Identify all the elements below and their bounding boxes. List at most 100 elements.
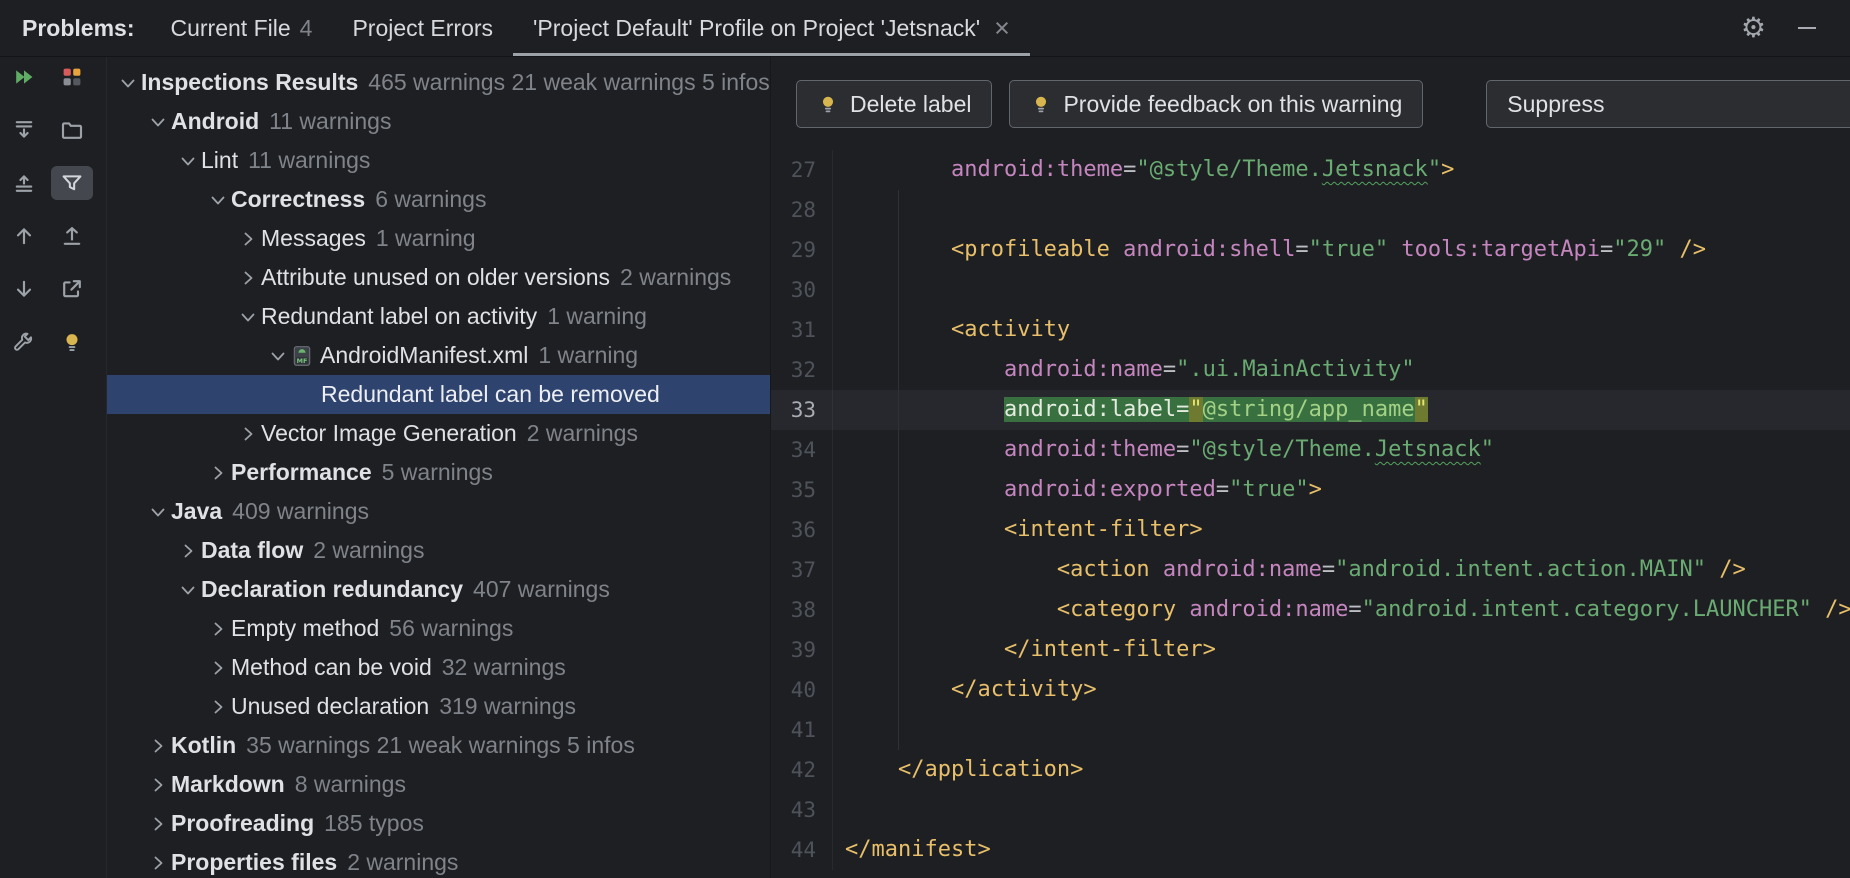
code-line: 44 </manifest> <box>771 830 1850 870</box>
tree-row[interactable]: Kotlin 35 warnings 21 weak warnings 5 in… <box>107 726 770 765</box>
tree-row[interactable]: Empty method 56 warnings <box>107 609 770 648</box>
code-line: 31 <activity <box>771 310 1850 350</box>
button-label: Provide feedback on this warning <box>1063 91 1402 118</box>
severity-filter-icon[interactable] <box>51 60 93 94</box>
close-icon[interactable]: × <box>994 15 1010 42</box>
tree-count: 11 warnings <box>269 108 391 135</box>
collapse-all-icon[interactable] <box>3 166 45 200</box>
tree-row[interactable]: MF AndroidManifest.xml 1 warning <box>107 336 770 375</box>
tree-row[interactable]: Vector Image Generation 2 warnings <box>107 414 770 453</box>
rerun-inspection-icon[interactable] <box>3 60 45 94</box>
tree-count: 1 warning <box>538 342 638 369</box>
code-token: <activity <box>951 317 1070 342</box>
line-number: 34 <box>771 430 833 470</box>
code-token <box>1110 237 1123 262</box>
tree-row[interactable]: Performance 5 warnings <box>107 453 770 492</box>
settings-wrench-icon[interactable] <box>3 325 45 359</box>
tree-row[interactable]: Declaration redundancy 407 warnings <box>107 570 770 609</box>
group-by-icon[interactable] <box>51 113 93 147</box>
tree-row[interactable]: Attribute unused on older versions 2 war… <box>107 258 770 297</box>
problems-tab[interactable]: 'Project Default' Profile on Project 'Je… <box>513 0 1030 56</box>
chevron-icon[interactable] <box>115 73 141 93</box>
tree-label: Kotlin <box>171 732 236 759</box>
tree-row[interactable]: Properties files 2 warnings <box>107 843 770 878</box>
code-text: android:exported="true"> <box>833 470 1850 510</box>
export-icon[interactable] <box>51 272 93 306</box>
code-token: <intent-filter> <box>1004 517 1203 542</box>
problems-tabs: Current File 4 Project Errors 'Project D… <box>150 0 1029 56</box>
tree-label: Method can be void <box>231 654 432 681</box>
code-token: </application> <box>898 757 1083 782</box>
tree-row[interactable]: Correctness 6 warnings <box>107 180 770 219</box>
problems-tab[interactable]: Project Errors <box>332 0 513 56</box>
tree-row[interactable]: Method can be void 32 warnings <box>107 648 770 687</box>
chevron-icon[interactable] <box>265 346 291 366</box>
code-text: android:theme="@style/Theme.Jetsnack"> <box>833 150 1850 190</box>
arrow-up-box-icon[interactable] <box>51 219 93 253</box>
code-token: = <box>1216 477 1229 502</box>
expand-all-icon[interactable] <box>3 113 45 147</box>
code-token: android:name <box>1004 357 1163 382</box>
gear-icon[interactable]: ⚙ <box>1741 14 1766 42</box>
tree-row[interactable]: Java 409 warnings <box>107 492 770 531</box>
quickfix-actions: Delete label Provide feedback on this wa… <box>796 80 1850 128</box>
chevron-icon[interactable] <box>235 424 261 444</box>
tree-row[interactable]: Redundant label can be removed <box>107 375 770 414</box>
tree-count: 1 warning <box>547 303 647 330</box>
quickfix-button[interactable]: Suppress <box>1486 80 1850 128</box>
chevron-icon[interactable] <box>235 307 261 327</box>
indent-guide <box>898 190 899 230</box>
chevron-icon[interactable] <box>205 658 231 678</box>
code-token: <category <box>1057 597 1176 622</box>
quickfix-button[interactable]: Delete label <box>796 80 992 128</box>
chevron-icon[interactable] <box>205 697 231 717</box>
chevron-icon[interactable] <box>175 151 201 171</box>
chevron-icon[interactable] <box>145 853 171 873</box>
quickfix-button[interactable]: Provide feedback on this warning <box>1009 80 1423 128</box>
tree-row[interactable]: Redundant label on activity 1 warning <box>107 297 770 336</box>
indent-guide <box>898 310 899 350</box>
tree-row[interactable]: Lint 11 warnings <box>107 141 770 180</box>
quick-fix-bulb-icon[interactable] <box>51 325 93 359</box>
tree-count: 5 warnings <box>382 459 493 486</box>
chevron-icon[interactable] <box>145 775 171 795</box>
editor-preview-panel: Delete label Provide feedback on this wa… <box>770 57 1850 878</box>
code-token: /> <box>1812 597 1850 622</box>
code-text: android:name=".ui.MainActivity" <box>833 350 1850 390</box>
chevron-icon[interactable] <box>205 619 231 639</box>
line-number: 42 <box>771 750 833 790</box>
tree-row[interactable]: Unused declaration 319 warnings <box>107 687 770 726</box>
chevron-icon[interactable] <box>205 190 231 210</box>
code-line: 33 android:label="@string/app_name" <box>771 390 1850 430</box>
line-number: 30 <box>771 270 833 310</box>
chevron-icon[interactable] <box>205 463 231 483</box>
chevron-icon[interactable] <box>145 814 171 834</box>
chevron-icon[interactable] <box>175 541 201 561</box>
filter-icon[interactable] <box>51 166 93 200</box>
chevron-icon[interactable] <box>145 112 171 132</box>
previous-problem-icon[interactable] <box>3 219 45 253</box>
chevron-icon[interactable] <box>235 268 261 288</box>
tree-row[interactable]: Markdown 8 warnings <box>107 765 770 804</box>
tree-row[interactable]: Data flow 2 warnings <box>107 531 770 570</box>
code-token: android:theme <box>951 157 1123 182</box>
manifest-file-icon: MF <box>291 345 313 367</box>
tree-row[interactable]: Inspections Results 465 warnings 21 weak… <box>107 63 770 102</box>
line-number: 32 <box>771 350 833 390</box>
code-token: > <box>1441 157 1454 182</box>
code-token: "@style/Theme. <box>1189 437 1374 462</box>
code-text: </activity> <box>833 670 1850 710</box>
tree-row[interactable]: Proofreading 185 typos <box>107 804 770 843</box>
problems-tab[interactable]: Current File 4 <box>150 0 332 56</box>
code-token: ".ui.MainActivity" <box>1176 357 1414 382</box>
code-area[interactable]: 27 android:theme="@style/Theme.Jetsnack"… <box>771 150 1850 870</box>
chevron-icon[interactable] <box>235 229 261 249</box>
chevron-icon[interactable] <box>145 736 171 756</box>
minimize-icon[interactable] <box>1796 17 1818 39</box>
chevron-icon[interactable] <box>145 502 171 522</box>
tree-row[interactable]: Messages 1 warning <box>107 219 770 258</box>
chevron-icon[interactable] <box>175 580 201 600</box>
tree-row[interactable]: Android 11 warnings <box>107 102 770 141</box>
tree-label: Correctness <box>231 186 365 213</box>
next-problem-icon[interactable] <box>3 272 45 306</box>
